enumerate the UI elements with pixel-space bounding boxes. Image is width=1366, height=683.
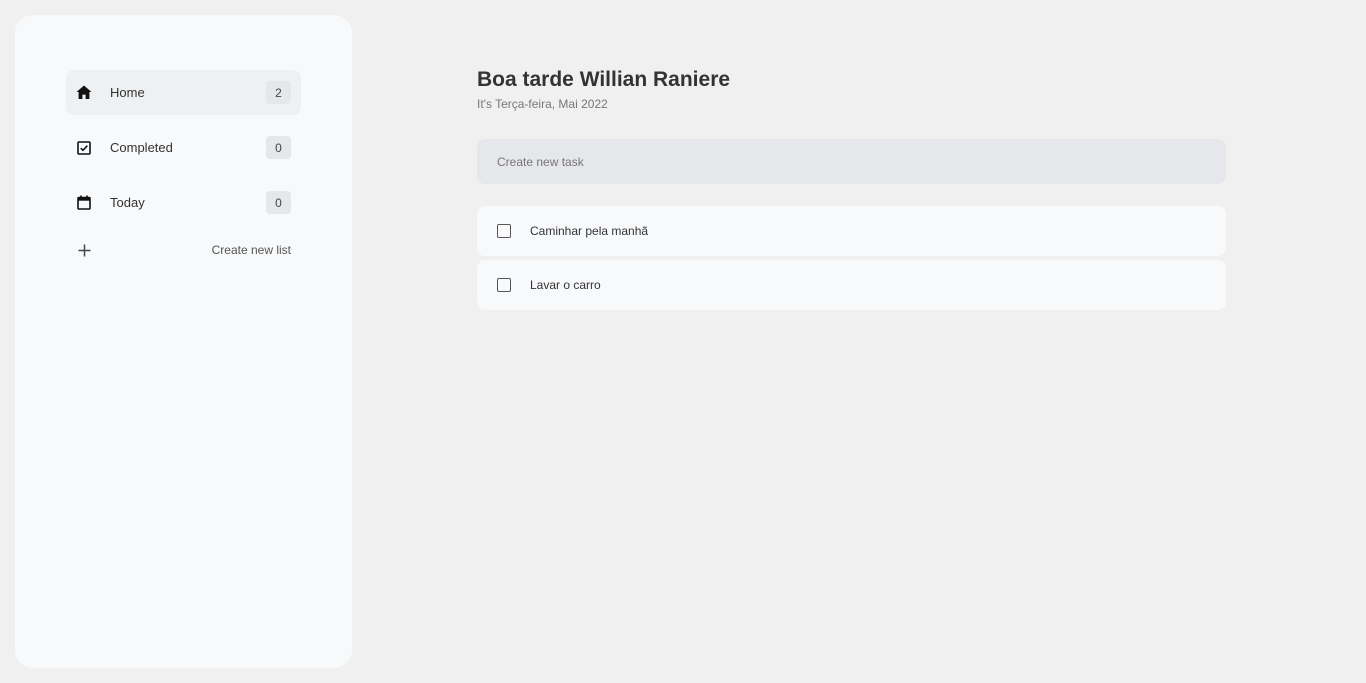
- create-new-list-button[interactable]: Create new list: [66, 235, 301, 265]
- task-title: Caminhar pela manhã: [530, 224, 649, 238]
- task-checkbox[interactable]: [497, 278, 511, 292]
- task-list: Caminhar pela manhã Lavar o carro: [477, 206, 1226, 310]
- sidebar: Home 2 Completed 0 Today 0 Create new li…: [15, 15, 352, 668]
- sidebar-item-label: Today: [110, 195, 145, 210]
- sidebar-item-label: Completed: [110, 140, 173, 155]
- calendar-icon: [75, 194, 93, 212]
- task-item[interactable]: Lavar o carro: [477, 260, 1226, 310]
- count-badge: 2: [266, 81, 291, 104]
- new-task-input[interactable]: [477, 139, 1226, 184]
- checkbox-checked-icon: [75, 139, 93, 157]
- sidebar-item-label: Home: [110, 85, 145, 100]
- home-icon: [75, 84, 93, 102]
- task-item[interactable]: Caminhar pela manhã: [477, 206, 1226, 256]
- count-badge: 0: [266, 191, 291, 214]
- sidebar-item-home[interactable]: Home 2: [66, 70, 301, 115]
- task-title: Lavar o carro: [530, 278, 601, 292]
- create-new-list-label: Create new list: [211, 243, 291, 257]
- sidebar-item-completed[interactable]: Completed 0: [66, 125, 301, 170]
- main-content: Boa tarde Willian Raniere It's Terça-fei…: [477, 66, 1226, 314]
- page-title: Boa tarde Willian Raniere: [477, 68, 731, 91]
- count-badge: 0: [266, 136, 291, 159]
- plus-icon: [75, 241, 93, 259]
- task-checkbox[interactable]: [497, 224, 511, 238]
- sidebar-nav: Home 2 Completed 0 Today 0 Create new li…: [66, 70, 301, 265]
- sidebar-item-today[interactable]: Today 0: [66, 180, 301, 225]
- date-subtitle: It's Terça-feira, Mai 2022: [477, 97, 608, 111]
